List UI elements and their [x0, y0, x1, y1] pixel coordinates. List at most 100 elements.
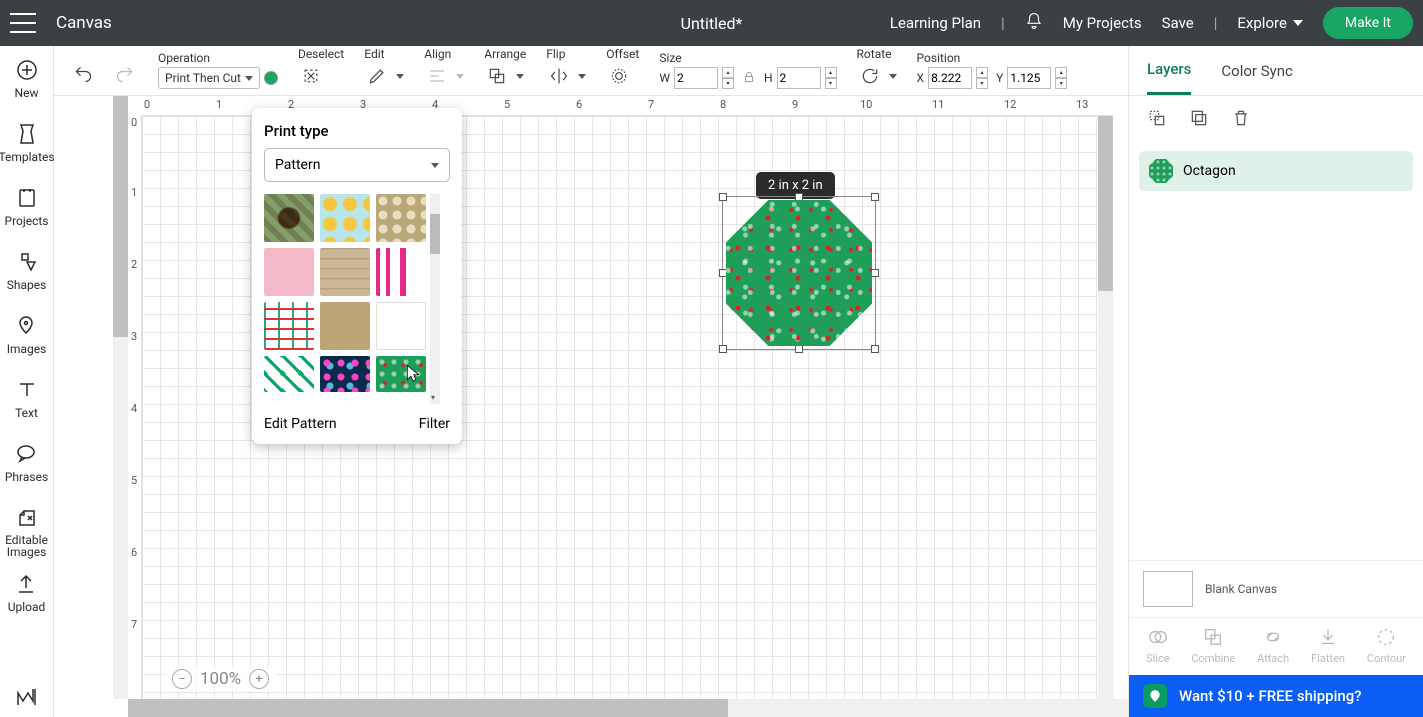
sidebar-label: Editable Images: [0, 534, 53, 558]
rotate-group: Rotate: [857, 47, 897, 89]
print-type-popover: Print type Pattern ▾: [252, 108, 462, 444]
pattern-swatch[interactable]: [376, 248, 426, 296]
arrange-button[interactable]: [484, 63, 510, 89]
explore-dropdown[interactable]: Explore: [1237, 14, 1303, 32]
left-sidebar: New Templates Projects Shapes Images Tex…: [0, 46, 54, 717]
blank-canvas-row[interactable]: Blank Canvas: [1129, 560, 1423, 617]
height-input[interactable]: [777, 67, 821, 89]
sidebar-label: Phrases: [5, 470, 48, 484]
notifications-icon[interactable]: [1025, 12, 1043, 34]
pattern-swatch[interactable]: [376, 302, 426, 350]
sidebar-item-shapes[interactable]: Shapes: [7, 250, 47, 292]
vertical-scrollbar-right[interactable]: [1098, 116, 1113, 699]
octagon-shape[interactable]: [726, 200, 872, 346]
resize-handle-s[interactable]: [795, 345, 803, 353]
offset-group: Offset: [606, 47, 639, 89]
zoom-out-button[interactable]: −: [172, 669, 192, 689]
tab-layers[interactable]: Layers: [1147, 60, 1191, 95]
pattern-swatch[interactable]: [320, 302, 370, 350]
resize-handle-ne[interactable]: [871, 193, 879, 201]
sidebar-label: Templates: [0, 150, 55, 164]
vertical-scrollbar-left[interactable]: [113, 96, 128, 699]
filter-button[interactable]: Filter: [419, 416, 450, 432]
sidebar-item-monogram[interactable]: [15, 685, 39, 709]
width-stepper[interactable]: ▴▾: [722, 67, 734, 89]
edit-group: Edit: [364, 47, 404, 89]
popover-title: Print type: [264, 122, 450, 140]
print-type-select[interactable]: Pattern: [264, 148, 450, 182]
resize-handle-n[interactable]: [795, 193, 803, 201]
edit-button[interactable]: [364, 63, 390, 89]
resize-handle-nw[interactable]: [719, 193, 727, 201]
pattern-swatch[interactable]: [320, 194, 370, 242]
layer-thumbnail: [1149, 159, 1173, 183]
operation-group: Operation Print Then Cut: [158, 51, 278, 89]
pattern-swatch[interactable]: [264, 248, 314, 296]
align-group: Align: [424, 47, 464, 89]
flip-button[interactable]: [546, 63, 572, 89]
sidebar-item-templates[interactable]: Templates: [0, 122, 55, 164]
sidebar-item-editable-images[interactable]: Editable Images: [0, 506, 53, 558]
promo-badge-icon: [1143, 684, 1167, 708]
sidebar-item-phrases[interactable]: Phrases: [5, 442, 48, 484]
swatch-scrollbar[interactable]: ▾: [430, 194, 440, 404]
edit-pattern-button[interactable]: Edit Pattern: [264, 416, 337, 432]
pattern-swatch[interactable]: [376, 356, 426, 392]
deselect-button[interactable]: [298, 63, 324, 89]
zoom-in-button[interactable]: +: [249, 669, 269, 689]
blank-canvas-label: Blank Canvas: [1205, 582, 1277, 596]
sidebar-item-projects[interactable]: Projects: [5, 186, 49, 228]
resize-handle-e[interactable]: [871, 269, 879, 277]
height-stepper[interactable]: ▴▾: [825, 67, 837, 89]
color-swatch-button[interactable]: [264, 71, 278, 85]
x-stepper[interactable]: ▴▾: [976, 67, 988, 89]
promo-banner[interactable]: Want $10 + FREE shipping?: [1129, 675, 1423, 717]
pattern-swatch[interactable]: [320, 248, 370, 296]
sidebar-item-upload[interactable]: Upload: [8, 572, 46, 614]
resize-handle-sw[interactable]: [719, 345, 727, 353]
pattern-swatch[interactable]: [320, 356, 370, 392]
slice-button: Slice: [1146, 626, 1169, 665]
resize-handle-w[interactable]: [719, 269, 727, 277]
cursor-icon: [406, 364, 420, 384]
sidebar-item-new[interactable]: New: [15, 58, 39, 100]
resize-handle-se[interactable]: [871, 345, 879, 353]
learning-plan-link[interactable]: Learning Plan: [890, 14, 981, 32]
rotate-button[interactable]: [857, 63, 883, 89]
pattern-swatch[interactable]: [264, 194, 314, 242]
undo-button[interactable]: [70, 61, 96, 87]
blank-canvas-swatch: [1143, 571, 1193, 607]
chevron-down-icon: [1293, 20, 1303, 26]
y-stepper[interactable]: ▴▾: [1055, 67, 1067, 89]
layer-item-octagon[interactable]: Octagon: [1139, 151, 1413, 191]
delete-icon[interactable]: [1231, 108, 1251, 132]
offset-button[interactable]: [606, 63, 632, 89]
x-input[interactable]: [928, 67, 972, 89]
pattern-swatch[interactable]: [264, 302, 314, 350]
property-bar: Operation Print Then Cut Deselect Edit A…: [54, 46, 1128, 96]
operation-select[interactable]: Print Then Cut: [158, 67, 260, 89]
document-title[interactable]: Untitled*: [681, 14, 743, 33]
duplicate-icon[interactable]: [1189, 108, 1209, 132]
pattern-swatch[interactable]: [376, 194, 426, 242]
y-input[interactable]: [1007, 67, 1051, 89]
sidebar-item-images[interactable]: Images: [7, 314, 47, 356]
chevron-down-icon: [245, 76, 253, 81]
my-projects-link[interactable]: My Projects: [1063, 14, 1142, 32]
save-button[interactable]: Save: [1162, 14, 1194, 32]
redo-button[interactable]: [112, 61, 138, 87]
tab-color-sync[interactable]: Color Sync: [1221, 62, 1292, 94]
sidebar-item-text[interactable]: Text: [15, 378, 39, 420]
group-icon[interactable]: [1147, 108, 1167, 132]
flatten-button: Flatten: [1311, 626, 1345, 665]
make-it-button[interactable]: Make It: [1323, 7, 1413, 39]
pattern-swatch[interactable]: [264, 356, 314, 392]
divider: |: [1001, 14, 1005, 32]
arrange-label: Arrange: [484, 47, 526, 61]
lock-icon[interactable]: [742, 68, 756, 89]
position-label: Position: [917, 51, 1068, 65]
menu-icon[interactable]: [10, 13, 36, 33]
promo-text: Want $10 + FREE shipping?: [1179, 687, 1362, 705]
horizontal-scrollbar[interactable]: [128, 699, 1128, 717]
width-input[interactable]: [674, 67, 718, 89]
